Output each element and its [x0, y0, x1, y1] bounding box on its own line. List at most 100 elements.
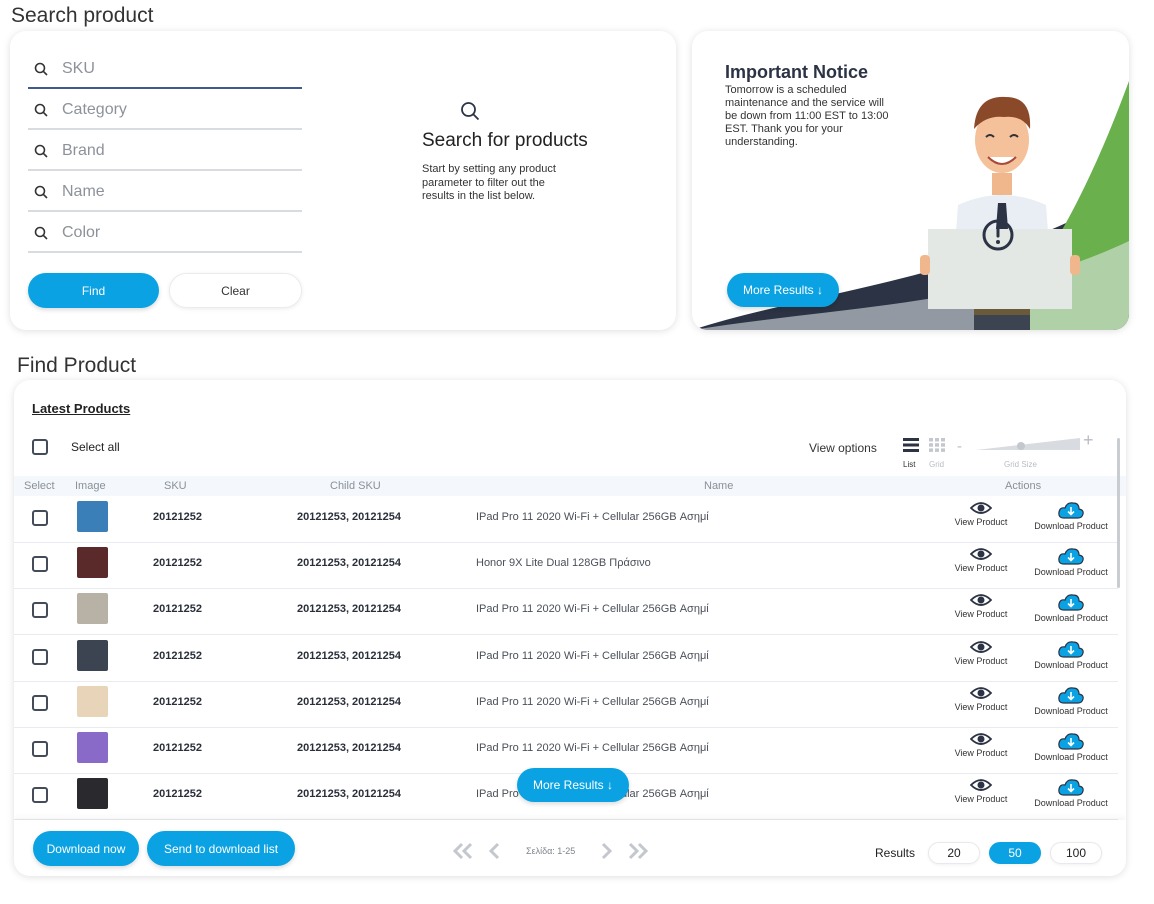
row-child-sku: 20121253, 20121254: [297, 603, 401, 616]
cloud-download-icon: [1058, 778, 1084, 798]
row-product-name: IPad Pro 11 2020 Wi-Fi + Cellular 256GB …: [476, 511, 709, 523]
view-product-label: View Product: [954, 701, 1008, 712]
download-product-button[interactable]: Download Product: [1029, 640, 1113, 670]
grid-size-label: Grid Size: [1004, 460, 1037, 469]
next-page-icon[interactable]: [599, 842, 613, 860]
product-thumbnail: [77, 685, 108, 717]
prev-page-icon[interactable]: [488, 842, 502, 860]
table-row: 20121252 20121253, 20121254 IPad Pro 11 20…: [14, 497, 1118, 543]
row-product-name: IPad Pro 11 2020 Wi-Fi + Cellular 256GB …: [476, 742, 709, 754]
brand-field[interactable]: [28, 133, 302, 171]
page-size-50[interactable]: 50: [989, 842, 1041, 864]
row-product-name: IPad Pro 11 2020 Wi-Fi + Cellular 256GB …: [476, 649, 709, 662]
notice-more-results-button[interactable]: More Results ↓: [727, 273, 839, 307]
download-product-label: Download Product: [1034, 567, 1108, 578]
row-checkbox[interactable]: [32, 510, 48, 526]
list-view-label: List: [903, 460, 916, 469]
page-indicator: Σελίδα: 1-25: [526, 846, 576, 856]
find-button[interactable]: Find: [28, 273, 159, 308]
row-sku: 20121252: [153, 603, 202, 616]
eye-icon: [969, 686, 993, 702]
grid-size-plus-button[interactable]: +: [1083, 430, 1094, 451]
search-card: Find Clear Search for products Start by …: [10, 31, 676, 330]
view-product-label: View Product: [954, 517, 1008, 527]
download-product-button[interactable]: Download Product: [1029, 593, 1113, 623]
name-input[interactable]: [54, 183, 284, 201]
list-view-icon[interactable]: [903, 438, 919, 452]
brand-input[interactable]: [54, 142, 284, 160]
column-header-image: Image: [75, 480, 106, 492]
row-product-name: IPad Pro 11 2020 Wi-Fi + Cellular 256GB …: [476, 695, 709, 708]
color-field[interactable]: [28, 215, 302, 253]
notice-title: Important Notice: [725, 62, 869, 82]
product-thumbnail: [77, 501, 108, 532]
column-header-sku: SKU: [164, 480, 187, 492]
view-product-button[interactable]: View Product: [949, 547, 1013, 573]
row-child-sku: 20121253, 20121254: [297, 788, 401, 801]
download-product-label: Download Product: [1034, 613, 1108, 624]
download-product-button[interactable]: Download Product: [1029, 686, 1113, 716]
row-checkbox[interactable]: [32, 694, 48, 711]
grid-size-minus-button[interactable]: -: [957, 438, 962, 455]
view-product-button[interactable]: View Product: [949, 593, 1013, 619]
product-thumbnail: [77, 547, 108, 579]
view-product-button[interactable]: View Product: [949, 501, 1013, 527]
grid-view-icon[interactable]: [929, 438, 945, 452]
column-header-select: Select: [24, 480, 55, 492]
select-all-checkbox[interactable]: [32, 439, 48, 455]
download-product-label: Download Product: [1034, 659, 1108, 670]
view-product-button[interactable]: View Product: [949, 778, 1013, 804]
first-page-icon[interactable]: [452, 842, 474, 860]
download-product-button[interactable]: Download Product: [1029, 778, 1113, 808]
row-checkbox[interactable]: [32, 556, 48, 573]
view-product-button[interactable]: View Product: [949, 640, 1013, 666]
more-results-button[interactable]: More Results ↓: [517, 768, 629, 802]
notice-card: Important Notice Tomorrow is a scheduled…: [692, 31, 1129, 330]
category-input[interactable]: [54, 101, 284, 119]
table-scrollbar[interactable]: [1117, 438, 1120, 588]
search-section-title: Search product: [11, 4, 154, 27]
cloud-download-icon: [1058, 501, 1084, 521]
sku-field[interactable]: [28, 51, 302, 89]
row-sku: 20121252: [153, 511, 202, 523]
category-field[interactable]: [28, 92, 302, 130]
sku-input[interactable]: [54, 60, 284, 78]
cloud-download-icon: [1058, 640, 1084, 660]
view-product-button[interactable]: View Product: [949, 686, 1013, 712]
last-page-icon[interactable]: [627, 842, 649, 860]
row-checkbox[interactable]: [32, 787, 48, 804]
product-thumbnail: [77, 778, 108, 810]
grid-size-slider[interactable]: [976, 436, 1086, 456]
view-product-label: View Product: [954, 655, 1008, 666]
product-thumbnail: [77, 639, 108, 671]
view-product-button[interactable]: View Product: [949, 732, 1013, 758]
clear-button[interactable]: Clear: [169, 273, 302, 308]
page-size-20[interactable]: 20: [928, 842, 980, 864]
download-product-button[interactable]: Download Product: [1029, 501, 1113, 531]
column-header-child-sku: Child SKU: [330, 480, 381, 492]
tab-latest-products[interactable]: Latest Products: [32, 401, 130, 416]
table-row: 20121252 20121253, 20121254 IPad Pro 11 20…: [14, 682, 1118, 728]
row-checkbox[interactable]: [32, 602, 48, 619]
download-now-button[interactable]: Download now: [33, 831, 139, 866]
empty-state-text: Start by setting any product parameter t…: [422, 163, 556, 202]
row-child-sku: 20121253, 20121254: [297, 511, 401, 523]
eye-icon: [969, 501, 993, 517]
view-options-label: View options: [809, 441, 877, 455]
table-row: 20121252 20121253, 20121254 Honor 9X Lite …: [14, 543, 1118, 590]
send-to-download-list-button[interactable]: Send to download list: [147, 831, 295, 866]
download-product-label: Download Product: [1034, 752, 1108, 762]
cloud-download-icon: [1058, 686, 1084, 706]
name-field[interactable]: [28, 174, 302, 212]
row-sku: 20121252: [153, 649, 202, 662]
view-product-label: View Product: [954, 563, 1008, 574]
color-input[interactable]: [54, 224, 284, 242]
row-checkbox[interactable]: [32, 741, 48, 757]
row-child-sku: 20121253, 20121254: [297, 742, 401, 754]
row-checkbox[interactable]: [32, 648, 48, 665]
page-size-100[interactable]: 100: [1050, 842, 1102, 864]
row-sku: 20121252: [153, 695, 202, 708]
download-product-button[interactable]: Download Product: [1029, 732, 1113, 762]
search-icon: [28, 103, 54, 117]
download-product-button[interactable]: Download Product: [1029, 547, 1113, 577]
